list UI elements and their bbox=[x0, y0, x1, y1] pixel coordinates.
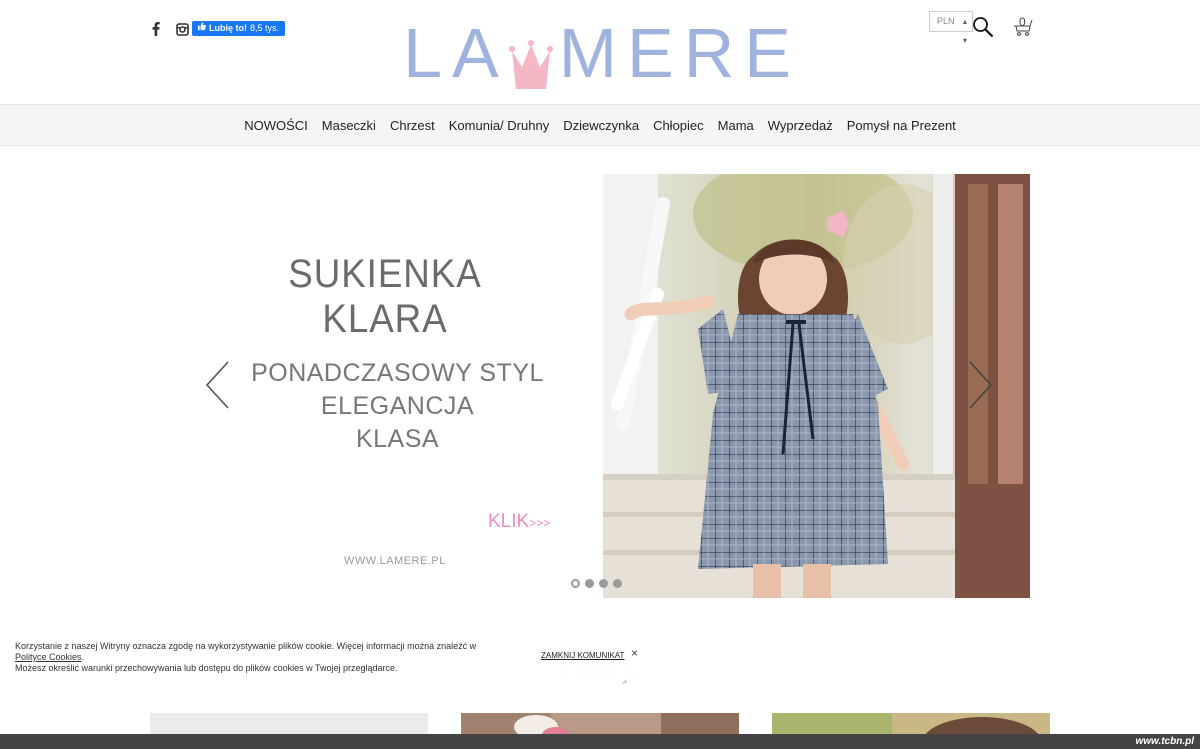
nav-item-nowosci[interactable]: NOWOŚCI bbox=[244, 118, 308, 133]
cookie-text-part1: Korzystanie z naszej Witryny oznacza zgo… bbox=[15, 641, 477, 651]
slider-dot-2[interactable] bbox=[585, 579, 594, 588]
slide-line-2: ELEGANCJA bbox=[320, 392, 475, 420]
slider-dot-1[interactable] bbox=[571, 579, 580, 588]
social-links bbox=[148, 20, 190, 38]
cta-label: KLIK bbox=[488, 511, 530, 532]
watermark: www.tcbn.pl bbox=[1135, 736, 1194, 747]
slider-dot-4[interactable] bbox=[613, 579, 622, 588]
hero-slider: SUKIENKA KLARA PONADCZASOWY STYL ELEGANC… bbox=[170, 174, 1030, 598]
like-count: 8,5 tys. bbox=[250, 23, 280, 33]
logo-text-right: MERE bbox=[558, 14, 801, 92]
bottom-bar bbox=[0, 734, 1200, 749]
currency-value: PLN bbox=[937, 16, 955, 26]
like-label: Lubię to! bbox=[209, 23, 247, 33]
nav-item-dziewczynka[interactable]: Dziewczynka bbox=[563, 118, 639, 133]
cart-count: 0 bbox=[1019, 15, 1026, 29]
nav-item-maseczki[interactable]: Maseczki bbox=[322, 118, 376, 133]
facebook-icon[interactable] bbox=[148, 20, 164, 38]
cookie-banner: Korzystanie z naszej Witryny oznacza zgo… bbox=[0, 638, 650, 680]
slide-website: WWW.LAMERE.PL bbox=[344, 555, 446, 567]
nav-item-prezent[interactable]: Pomysł na Prezent bbox=[847, 118, 956, 133]
nav-item-chlopiec[interactable]: Chłopiec bbox=[653, 118, 704, 133]
cookie-close-button[interactable]: ZAMKNIJ KOMUNIKAT bbox=[541, 650, 624, 661]
logo-text-left: LA bbox=[403, 14, 509, 92]
facebook-like-button[interactable]: Lubię to! 8,5 tys. bbox=[192, 21, 286, 36]
slide-line-3: KLASA bbox=[355, 425, 440, 453]
slide-title: SUKIENKA KLARA bbox=[288, 252, 482, 341]
nav-item-mama[interactable]: Mama bbox=[718, 118, 754, 133]
cta-suffix: >>> bbox=[529, 516, 551, 530]
cookie-text: Korzystanie z naszej Witryny oznacza zgo… bbox=[15, 641, 505, 663]
currency-select[interactable]: PLN ▴ ▾ bbox=[929, 11, 973, 45]
cookie-policy-link[interactable]: Polityce Cookies bbox=[15, 652, 82, 662]
slider-dot-3[interactable] bbox=[599, 579, 608, 588]
slider-prev-arrow-icon[interactable] bbox=[204, 360, 232, 410]
close-icon[interactable]: × bbox=[631, 647, 638, 659]
select-arrows-icon: ▴ ▾ bbox=[962, 17, 967, 45]
nav-item-chrzest[interactable]: Chrzest bbox=[390, 118, 435, 133]
nav-item-wyprzedaz[interactable]: Wyprzedaż bbox=[768, 118, 833, 133]
slide-line-1: PONADCZASOWY STYL bbox=[251, 359, 544, 387]
slider-next-arrow-icon[interactable] bbox=[966, 360, 994, 410]
cookie-text-dot: . bbox=[81, 652, 85, 662]
cookie-text-line2: Możesz określić warunki przechowywania l… bbox=[15, 663, 398, 673]
crown-icon bbox=[508, 29, 553, 89]
search-icon[interactable] bbox=[972, 16, 994, 38]
logo[interactable]: LA MERE bbox=[403, 14, 791, 92]
nav-item-komunia[interactable]: Komunia/ Druhny bbox=[449, 118, 549, 133]
slide-text-panel: SUKIENKA KLARA PONADCZASOWY STYL ELEGANC… bbox=[170, 174, 600, 598]
slider-dots bbox=[571, 579, 622, 588]
header: Lubię to! 8,5 tys. LA MERE PLN ▴ ▾ 0 bbox=[0, 0, 1200, 104]
instagram-icon[interactable] bbox=[174, 20, 190, 38]
main-nav: NOWOŚCI Maseczki Chrzest Komunia/ Druhny… bbox=[0, 104, 1200, 146]
slide-cta-link[interactable]: KLIK>>> bbox=[488, 511, 550, 533]
thumbs-up-icon bbox=[197, 21, 206, 36]
page: Lubię to! 8,5 tys. LA MERE PLN ▴ ▾ 0 NOW… bbox=[0, 0, 1200, 749]
